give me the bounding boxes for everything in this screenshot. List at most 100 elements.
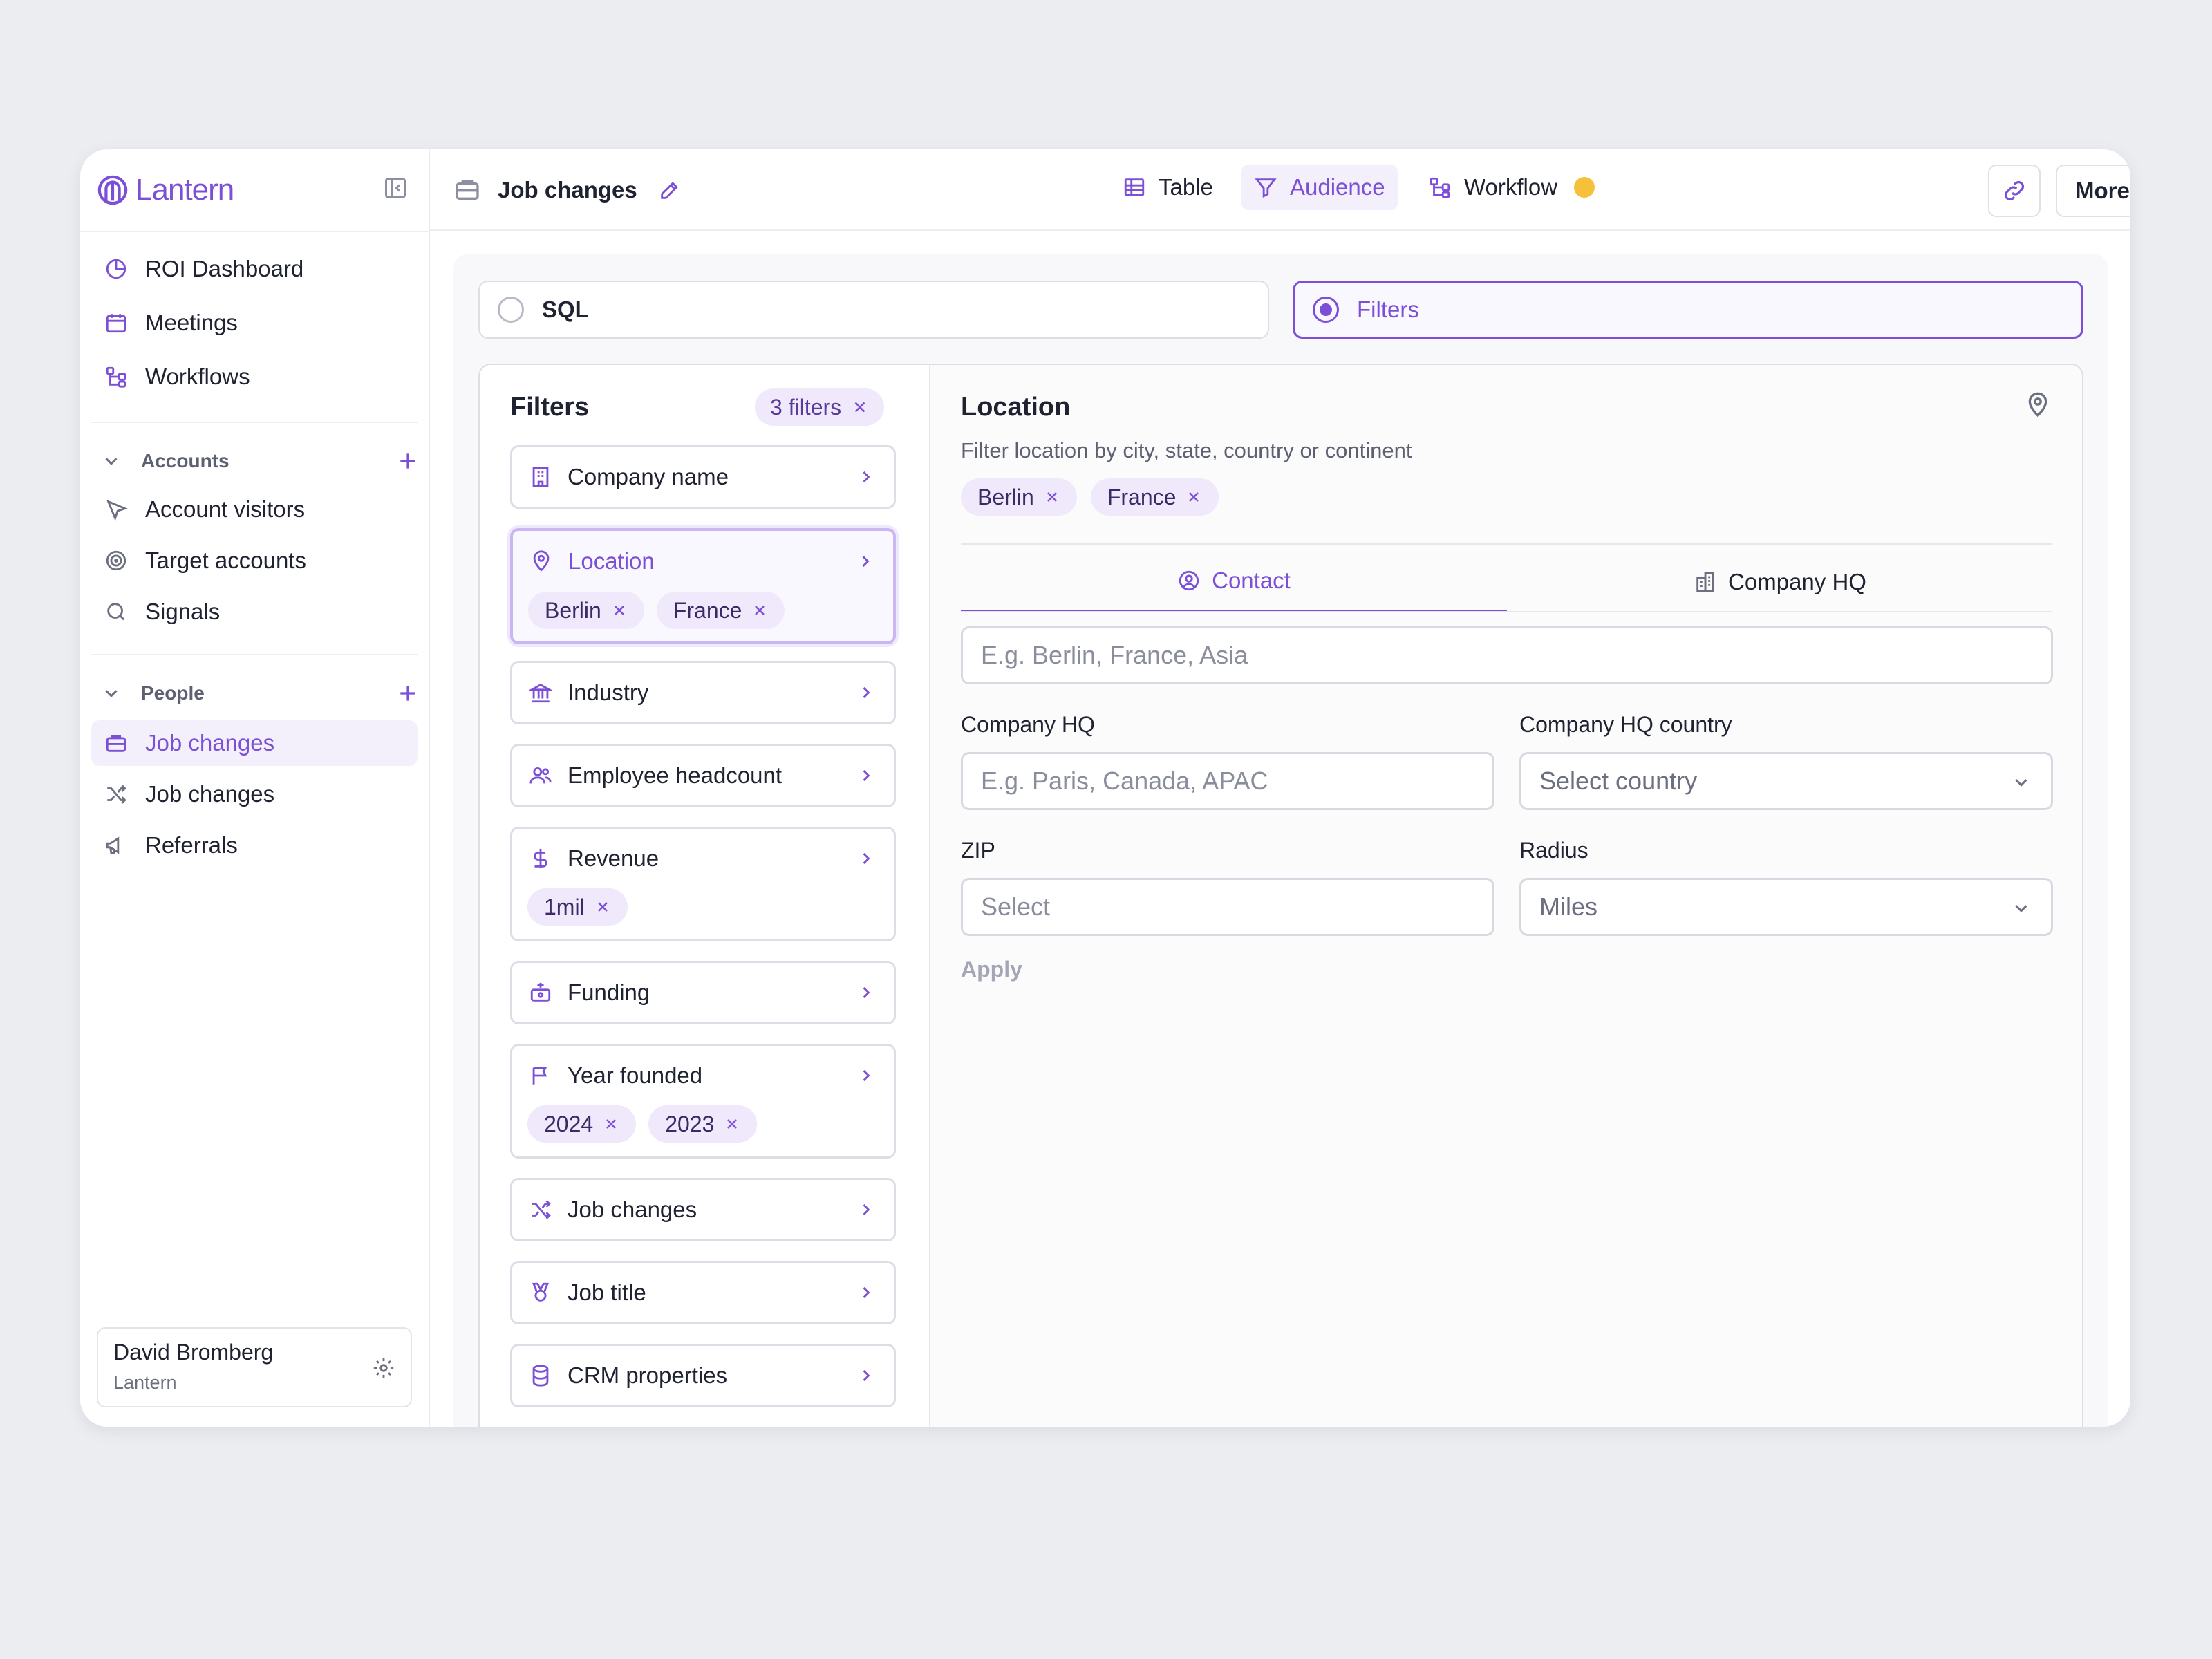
chevron-right-icon xyxy=(856,1366,876,1385)
sidebar-item-label: Job changes xyxy=(145,781,275,807)
filter-label: Funding xyxy=(568,980,650,1005)
sidebar-item-target-accounts[interactable]: Target accounts xyxy=(91,538,418,583)
filter-chip[interactable]: 2023 xyxy=(648,1105,758,1143)
location-chip[interactable]: France xyxy=(1090,478,1219,516)
status-dot xyxy=(1574,177,1595,198)
chevron-right-icon xyxy=(856,1066,876,1085)
filter-company-name[interactable]: Company name xyxy=(510,445,896,509)
filter-label: Company name xyxy=(568,464,729,489)
lantern-logo-icon xyxy=(97,174,129,206)
chip-label: 1mil xyxy=(544,894,585,919)
company-hq-country-label: Company HQ country xyxy=(1519,712,1732,737)
filter-chip[interactable]: 2024 xyxy=(527,1105,637,1143)
filters-count-badge[interactable]: 3 filters xyxy=(755,388,885,426)
add-person-icon[interactable] xyxy=(397,682,419,704)
sidebar-item-referrals[interactable]: Referrals xyxy=(91,823,418,868)
mode-filters-option[interactable]: Filters xyxy=(1293,281,2083,339)
sidebar-item-job-changes[interactable]: Job changes xyxy=(91,720,418,766)
remove-chip-icon[interactable] xyxy=(603,1116,619,1132)
location-chip[interactable]: Berlin xyxy=(961,478,1077,516)
filter-job-changes[interactable]: Job changes xyxy=(510,1178,896,1241)
chevron-right-icon xyxy=(856,766,876,785)
zip-input[interactable] xyxy=(961,878,1494,936)
user-card[interactable]: David Bromberg Lantern xyxy=(97,1327,412,1407)
apply-button[interactable]: Apply xyxy=(961,957,1022,982)
remove-chip-icon[interactable] xyxy=(751,602,768,619)
filter-employee-headcount[interactable]: Employee headcount xyxy=(510,744,896,807)
filter-label: Employee headcount xyxy=(568,762,782,788)
sidebar-item-label: Target accounts xyxy=(145,547,306,573)
filter-icon xyxy=(1254,176,1277,199)
sidebar: Lantern ROI Dashboard Meetings Workflows xyxy=(80,149,430,1427)
location-search-input[interactable] xyxy=(961,626,2053,684)
filter-label: Location xyxy=(568,548,655,574)
sidebar-divider xyxy=(91,422,418,423)
sidebar-section-people[interactable]: People xyxy=(101,676,419,711)
company-hq-country-select[interactable]: Select country xyxy=(1519,752,2053,810)
tab-audience[interactable]: Audience xyxy=(1241,165,1398,210)
sidebar-divider xyxy=(91,654,418,655)
location-chips: Berlin France xyxy=(961,478,1219,516)
add-account-icon[interactable] xyxy=(397,450,419,472)
filter-chip[interactable]: 1mil xyxy=(527,888,628,926)
sidebar-item-label: Referrals xyxy=(145,832,238,858)
filter-revenue[interactable]: Revenue 1mil xyxy=(510,827,896,941)
filter-crm-properties[interactable]: CRM properties xyxy=(510,1344,896,1407)
tab-table[interactable]: Table xyxy=(1110,165,1226,210)
pencil-icon[interactable] xyxy=(658,178,682,202)
copy-link-button[interactable] xyxy=(1988,165,2041,217)
filters-count-label: 3 filters xyxy=(770,394,842,420)
gear-icon[interactable] xyxy=(372,1356,395,1380)
filters-panel: Filters 3 filters Company name Location … xyxy=(478,364,2083,1427)
tab-workflow[interactable]: Workflow xyxy=(1416,165,1607,210)
mode-sql-option[interactable]: SQL xyxy=(478,281,1269,339)
sidebar-item-meetings[interactable]: Meetings xyxy=(91,300,418,346)
company-hq-label: Company HQ xyxy=(961,712,1095,737)
sidebar-item-account-visitors[interactable]: Account visitors xyxy=(91,487,418,532)
select-value: Select country xyxy=(1539,767,1698,795)
remove-chip-icon[interactable] xyxy=(594,899,611,915)
radio-icon xyxy=(498,297,524,323)
filter-job-title[interactable]: Job title xyxy=(510,1261,896,1324)
table-icon xyxy=(1123,176,1146,199)
company-hq-input[interactable] xyxy=(961,752,1494,810)
sidebar-item-signals[interactable]: Signals xyxy=(91,589,418,635)
sidebar-section-accounts[interactable]: Accounts xyxy=(101,444,419,478)
mode-label: Filters xyxy=(1357,297,1419,322)
collapse-sidebar-icon[interactable] xyxy=(383,176,408,200)
pie-chart-icon xyxy=(102,255,130,283)
filters-title: Filters xyxy=(510,393,590,422)
filter-chip[interactable]: Berlin xyxy=(528,592,644,629)
sidebar-item-job-changes-2[interactable]: Job changes xyxy=(91,771,418,817)
map-pin-icon xyxy=(2024,391,2052,419)
building-icon xyxy=(527,464,554,490)
user-circle-icon xyxy=(1177,569,1201,592)
radius-select[interactable]: Miles xyxy=(1519,878,2053,936)
remove-chip-icon[interactable] xyxy=(1044,489,1060,505)
subtab-contact[interactable]: Contact xyxy=(961,552,1507,612)
dollar-icon xyxy=(527,845,554,872)
remove-chip-icon[interactable] xyxy=(724,1116,740,1132)
filter-industry[interactable]: Industry xyxy=(510,661,896,724)
subtab-company-hq[interactable]: Company HQ xyxy=(1507,552,2053,612)
filter-chip[interactable]: France xyxy=(656,592,785,629)
briefcase-icon xyxy=(453,176,481,203)
database-icon xyxy=(527,1362,554,1389)
filter-funding[interactable]: Funding xyxy=(510,961,896,1024)
app-window: Lantern ROI Dashboard Meetings Workflows xyxy=(80,149,2130,1427)
sidebar-item-roi-dashboard[interactable]: ROI Dashboard xyxy=(91,246,418,292)
tab-label: Audience xyxy=(1290,174,1385,200)
filter-location[interactable]: Location Berlin France xyxy=(510,528,896,644)
remove-chip-icon[interactable] xyxy=(1185,489,1202,505)
user-name: David Bromberg xyxy=(113,1340,274,1365)
megaphone-icon xyxy=(102,832,130,859)
more-button[interactable]: More xyxy=(2056,165,2130,217)
clear-filters-icon[interactable] xyxy=(851,398,869,416)
location-divider xyxy=(961,543,2052,545)
remove-chip-icon[interactable] xyxy=(611,602,628,619)
chip-label: 2023 xyxy=(665,1111,715,1136)
brand-logo[interactable]: Lantern xyxy=(97,173,234,207)
filter-year-founded[interactable]: Year founded 2024 2023 xyxy=(510,1044,896,1159)
sidebar-item-workflows[interactable]: Workflows xyxy=(91,354,418,400)
subtab-label: Contact xyxy=(1212,568,1291,593)
